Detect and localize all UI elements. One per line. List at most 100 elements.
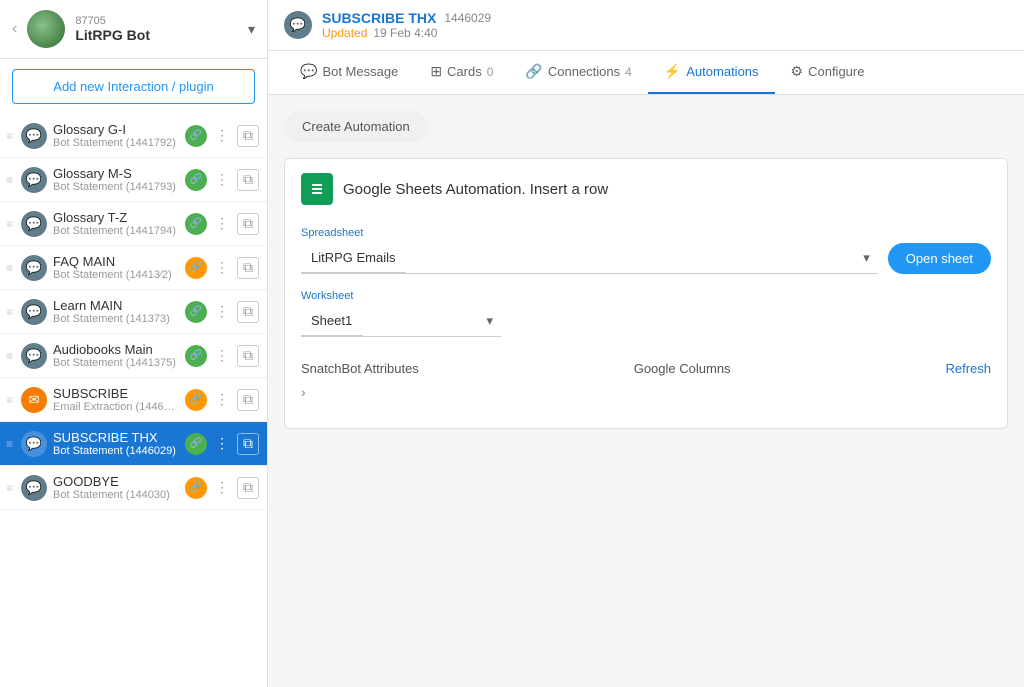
action-icon-copy[interactable]: ⧉ bbox=[237, 169, 259, 191]
action-icon-copy[interactable]: ⧉ bbox=[237, 125, 259, 147]
item-sub: Bot Statement (14413⁄2) bbox=[53, 269, 179, 281]
drag-handle[interactable]: ≡ bbox=[4, 217, 15, 231]
refresh-link[interactable]: Refresh bbox=[945, 361, 991, 376]
list-item[interactable]: ≡ 💬 Learn MAIN Bot Statement (141373) 🔗 … bbox=[0, 290, 267, 334]
tab-connections[interactable]: 🔗 Connections 4 bbox=[509, 51, 647, 94]
spreadsheet-select-wrapper[interactable]: LitRPG Emails bbox=[301, 243, 878, 274]
list-item[interactable]: ≡ 💬 Glossary T-Z Bot Statement (1441794)… bbox=[0, 202, 267, 246]
expand-row[interactable]: › bbox=[301, 376, 991, 408]
collapse-arrow[interactable]: ‹ bbox=[12, 20, 17, 38]
action-icon-copy[interactable]: ⧉ bbox=[237, 389, 259, 411]
spreadsheet-row: LitRPG Emails Open sheet bbox=[301, 243, 991, 274]
action-icon-link[interactable]: 🔗 bbox=[185, 433, 207, 455]
list-item[interactable]: ≡ 💬 Glossary M-S Bot Statement (1441793)… bbox=[0, 158, 267, 202]
list-item[interactable]: ≡ ✉ SUBSCRIBE Email Extraction (1446028)… bbox=[0, 378, 267, 422]
action-icon-more[interactable]: ⋮ bbox=[211, 433, 233, 455]
action-icon-copy[interactable]: ⧉ bbox=[237, 257, 259, 279]
drag-handle[interactable]: ≡ bbox=[4, 393, 15, 407]
action-icon-link[interactable]: 🔗 bbox=[185, 389, 207, 411]
item-icon: 💬 bbox=[21, 475, 47, 501]
action-icon-more[interactable]: ⋮ bbox=[211, 301, 233, 323]
item-text: GOODBYE Bot Statement (144030) bbox=[53, 474, 179, 501]
list-item[interactable]: ≡ 💬 Audiobooks Main Bot Statement (14413… bbox=[0, 334, 267, 378]
item-actions: 🔗 ⋮ ⧉ bbox=[185, 257, 259, 279]
list-item[interactable]: ≡ 💬 Glossary G-I Bot Statement (1441792)… bbox=[0, 114, 267, 158]
item-icon: 💬 bbox=[21, 431, 47, 457]
tab-configure[interactable]: ⚙ Configure bbox=[775, 51, 881, 94]
header-chat-icon: 💬 bbox=[284, 11, 312, 39]
item-sub: Bot Statement (144030) bbox=[53, 489, 179, 501]
item-sub: Email Extraction (1446028) bbox=[53, 401, 179, 413]
action-icon-more[interactable]: ⋮ bbox=[211, 257, 233, 279]
cards-icon: ⊞ bbox=[430, 63, 442, 80]
item-text: SUBSCRIBE Email Extraction (1446028) bbox=[53, 386, 179, 413]
item-text: Learn MAIN Bot Statement (141373) bbox=[53, 298, 179, 325]
open-sheet-button[interactable]: Open sheet bbox=[888, 243, 991, 274]
action-icon-more[interactable]: ⋮ bbox=[211, 169, 233, 191]
action-icon-link[interactable]: 🔗 bbox=[185, 213, 207, 235]
spreadsheet-select[interactable]: LitRPG Emails bbox=[301, 243, 406, 273]
drag-handle[interactable]: ≡ bbox=[4, 129, 15, 143]
drag-handle[interactable]: ≡ bbox=[4, 481, 15, 495]
action-icon-copy[interactable]: ⧉ bbox=[237, 345, 259, 367]
header-updated-label: Updated bbox=[322, 26, 367, 40]
action-icon-copy[interactable]: ⧉ bbox=[237, 433, 259, 455]
item-actions: 🔗 ⋮ ⧉ bbox=[185, 477, 259, 499]
list-item-active[interactable]: ≡ 💬 SUBSCRIBE THX Bot Statement (1446029… bbox=[0, 422, 267, 466]
item-icon: 💬 bbox=[21, 123, 47, 149]
main-content: 💬 SUBSCRIBE THX 1446029 Updated 19 Feb 4… bbox=[268, 0, 1024, 687]
automation-body: Spreadsheet LitRPG Emails Open sheet Wor… bbox=[285, 219, 1007, 428]
item-actions: 🔗 ⋮ ⧉ bbox=[185, 125, 259, 147]
automation-card-header: Google Sheets Automation. Insert a row bbox=[285, 159, 1007, 219]
main-header: 💬 SUBSCRIBE THX 1446029 Updated 19 Feb 4… bbox=[268, 0, 1024, 51]
sidebar: ‹ 87705 LitRPG Bot ▾ Add new Interaction… bbox=[0, 0, 268, 687]
drag-handle[interactable]: ≡ bbox=[4, 349, 15, 363]
action-icon-link[interactable]: 🔗 bbox=[185, 301, 207, 323]
action-icon-more[interactable]: ⋮ bbox=[211, 345, 233, 367]
tab-cards-count: 0 bbox=[487, 65, 494, 79]
action-icon-link[interactable]: 🔗 bbox=[185, 477, 207, 499]
tabs-bar: 💬 Bot Message ⊞ Cards 0 🔗 Connections 4 … bbox=[268, 51, 1024, 95]
action-icon-more[interactable]: ⋮ bbox=[211, 213, 233, 235]
action-icon-more[interactable]: ⋮ bbox=[211, 389, 233, 411]
drag-handle[interactable]: ≡ bbox=[4, 173, 15, 187]
drag-handle[interactable]: ≡ bbox=[4, 305, 15, 319]
action-icon-link[interactable]: 🔗 bbox=[185, 169, 207, 191]
action-icon-link[interactable]: 🔗 bbox=[185, 345, 207, 367]
automations-content: Create Automation Google Sheets Automati… bbox=[268, 95, 1024, 687]
action-icon-copy[interactable]: ⧉ bbox=[237, 301, 259, 323]
action-icon-more[interactable]: ⋮ bbox=[211, 477, 233, 499]
list-item[interactable]: ≡ 💬 FAQ MAIN Bot Statement (14413⁄2) 🔗 ⋮… bbox=[0, 246, 267, 290]
bot-info: 87705 LitRPG Bot bbox=[75, 15, 238, 43]
tab-bot-message[interactable]: 💬 Bot Message bbox=[284, 51, 414, 94]
list-item[interactable]: ≡ 💬 GOODBYE Bot Statement (144030) 🔗 ⋮ ⧉ bbox=[0, 466, 267, 510]
item-name: Glossary G-I bbox=[53, 122, 179, 137]
item-actions: 🔗 ⋮ ⧉ bbox=[185, 389, 259, 411]
item-actions: 🔗 ⋮ ⧉ bbox=[185, 213, 259, 235]
worksheet-select-wrapper[interactable]: Sheet1 bbox=[301, 306, 501, 337]
google-col-label: Google Columns bbox=[634, 361, 731, 376]
tab-automations[interactable]: ⚡ Automations bbox=[648, 51, 775, 94]
item-name: Glossary M-S bbox=[53, 166, 179, 181]
bot-name: LitRPG Bot bbox=[75, 27, 238, 43]
worksheet-select[interactable]: Sheet1 bbox=[301, 306, 363, 336]
action-icon-link[interactable]: 🔗 bbox=[185, 125, 207, 147]
action-icon-more[interactable]: ⋮ bbox=[211, 125, 233, 147]
drag-handle[interactable]: ≡ bbox=[4, 261, 15, 275]
add-interaction-button[interactable]: Add new Interaction / plugin bbox=[12, 69, 255, 104]
automation-title: Google Sheets Automation. Insert a row bbox=[343, 181, 608, 198]
action-icon-copy[interactable]: ⧉ bbox=[237, 477, 259, 499]
worksheet-label: Worksheet bbox=[301, 290, 991, 302]
drag-handle[interactable]: ≡ bbox=[4, 437, 15, 451]
bot-dropdown-icon[interactable]: ▾ bbox=[248, 21, 255, 38]
tab-bot-message-label: Bot Message bbox=[322, 64, 398, 79]
action-icon-link[interactable]: 🔗 bbox=[185, 257, 207, 279]
sidebar-list: ≡ 💬 Glossary G-I Bot Statement (1441792)… bbox=[0, 114, 267, 687]
create-automation-button[interactable]: Create Automation bbox=[284, 111, 428, 142]
item-text: Glossary M-S Bot Statement (1441793) bbox=[53, 166, 179, 193]
action-icon-copy[interactable]: ⧉ bbox=[237, 213, 259, 235]
header-date: 19 Feb 4:40 bbox=[373, 26, 437, 40]
tab-cards[interactable]: ⊞ Cards 0 bbox=[414, 51, 509, 94]
item-actions: 🔗 ⋮ ⧉ bbox=[185, 345, 259, 367]
item-icon: 💬 bbox=[21, 167, 47, 193]
